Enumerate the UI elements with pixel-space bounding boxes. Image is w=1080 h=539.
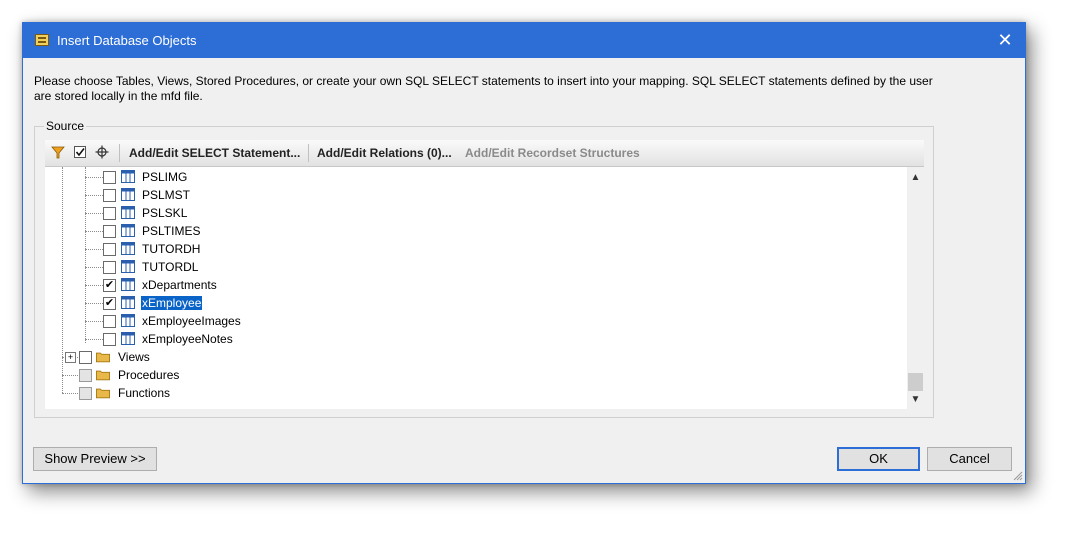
add-edit-recordset-button[interactable]: Add/Edit Recordset Structures [465, 146, 640, 160]
checkbox-icon[interactable] [73, 145, 87, 159]
table-icon [121, 242, 135, 255]
insert-database-objects-dialog: Insert Database Objects ✕ Please choose … [22, 22, 1026, 484]
folder-checkbox[interactable] [79, 387, 92, 400]
table-checkbox[interactable] [103, 333, 116, 346]
table-checkbox[interactable] [103, 243, 116, 256]
tree-line [85, 321, 103, 323]
table-name[interactable]: PSLTIMES [142, 224, 200, 238]
table-name[interactable]: PSLMST [142, 188, 190, 202]
table-icon [121, 206, 135, 219]
table-name[interactable]: TUTORDL [142, 260, 198, 274]
table-name[interactable]: TUTORDH [142, 242, 200, 256]
table-icon [121, 314, 135, 327]
table-icon [121, 188, 135, 201]
table-checkbox[interactable] [103, 207, 116, 220]
folder-checkbox[interactable] [79, 369, 92, 382]
tree-item-functions[interactable]: Functions [45, 384, 905, 402]
table-name[interactable]: xEmployee [141, 296, 203, 310]
filter-icon[interactable] [51, 145, 65, 159]
table-name[interactable]: PSLIMG [142, 170, 187, 184]
table-icon [121, 296, 135, 309]
database-objects-icon [35, 34, 49, 46]
scroll-down-arrow-icon[interactable]: ▼ [907, 391, 924, 408]
folder-icon [96, 370, 110, 381]
tree-line [85, 195, 103, 197]
tree-line [85, 177, 103, 179]
ok-button[interactable]: OK [837, 447, 920, 471]
source-toolbar: Add/Edit SELECT Statement... Add/Edit Re… [45, 140, 924, 167]
tree-item-procedures[interactable]: Procedures [45, 366, 905, 384]
table-icon [121, 260, 135, 273]
table-name[interactable]: xEmployeeNotes [142, 332, 233, 346]
tree-item-table[interactable]: PSLTIMES [45, 222, 905, 240]
source-group: Source Add/Edit SELECT Statement... Add/… [34, 119, 934, 418]
table-name[interactable]: xDepartments [142, 278, 217, 292]
tree-item-table[interactable]: TUTORDH [45, 240, 905, 258]
scroll-thumb[interactable] [908, 373, 923, 391]
folder-name[interactable]: Procedures [118, 368, 179, 382]
cancel-button[interactable]: Cancel [927, 447, 1012, 471]
tree-line [85, 231, 103, 233]
add-edit-relations-button[interactable]: Add/Edit Relations (0)... [317, 146, 452, 160]
tree-line [85, 213, 103, 215]
folder-checkbox[interactable] [79, 351, 92, 364]
tree-line [85, 303, 103, 305]
folder-name[interactable]: Views [118, 350, 150, 364]
add-edit-select-button[interactable]: Add/Edit SELECT Statement... [129, 146, 300, 160]
folder-icon [96, 352, 110, 363]
table-checkbox[interactable] [103, 315, 116, 328]
tree-item-table[interactable]: xEmployeeImages [45, 312, 905, 330]
table-checkbox-checked[interactable]: ✔ [103, 279, 116, 292]
tree-item-table[interactable]: ✔ xDepartments [45, 276, 905, 294]
tree-line [85, 249, 103, 251]
tree-item-table[interactable]: TUTORDL [45, 258, 905, 276]
tree-line [62, 375, 80, 377]
show-preview-button[interactable]: Show Preview >> [33, 447, 157, 471]
expand-icon[interactable]: + [65, 352, 76, 363]
table-checkbox[interactable] [103, 225, 116, 238]
table-icon [121, 332, 135, 345]
instructions-text: Please choose Tables, Views, Stored Proc… [34, 74, 933, 103]
folder-name[interactable]: Functions [118, 386, 170, 400]
table-name[interactable]: PSLSKL [142, 206, 187, 220]
folder-icon [96, 388, 110, 399]
resize-grip-icon[interactable] [1013, 471, 1023, 481]
table-icon [121, 170, 135, 183]
tree-line [85, 267, 103, 269]
table-checkbox-checked[interactable]: ✔ [103, 297, 116, 310]
toolbar-separator [308, 144, 309, 162]
dialog-title: Insert Database Objects [57, 33, 197, 48]
tree-item-table[interactable]: PSLIMG [45, 168, 905, 186]
close-button[interactable]: ✕ [993, 29, 1017, 51]
tree-scrollbar[interactable]: ▲ ▼ [907, 167, 924, 409]
table-checkbox[interactable] [103, 261, 116, 274]
tree-line [85, 339, 103, 341]
tree-item-views[interactable]: + Views [45, 348, 905, 366]
table-name[interactable]: xEmployeeImages [142, 314, 241, 328]
table-icon [121, 278, 135, 291]
crosshair-icon[interactable] [95, 145, 109, 159]
database-objects-tree[interactable]: PSLIMG PSLMST PSLSKL PSLTIMES TUTORDH TU… [45, 167, 907, 409]
tree-item-table[interactable]: xEmployeeNotes [45, 330, 905, 348]
tree-item-table[interactable]: PSLMST [45, 186, 905, 204]
scroll-up-arrow-icon[interactable]: ▲ [907, 169, 924, 186]
table-checkbox[interactable] [103, 189, 116, 202]
tree-item-table-selected[interactable]: ✔ xEmployee [45, 294, 905, 312]
table-icon [121, 224, 135, 237]
table-checkbox[interactable] [103, 171, 116, 184]
tree-item-table[interactable]: PSLSKL [45, 204, 905, 222]
toolbar-separator [119, 144, 120, 162]
tree-line [85, 285, 103, 287]
source-group-label: Source [44, 119, 87, 133]
tree-line [62, 393, 80, 395]
title-bar[interactable]: Insert Database Objects ✕ [23, 23, 1025, 58]
